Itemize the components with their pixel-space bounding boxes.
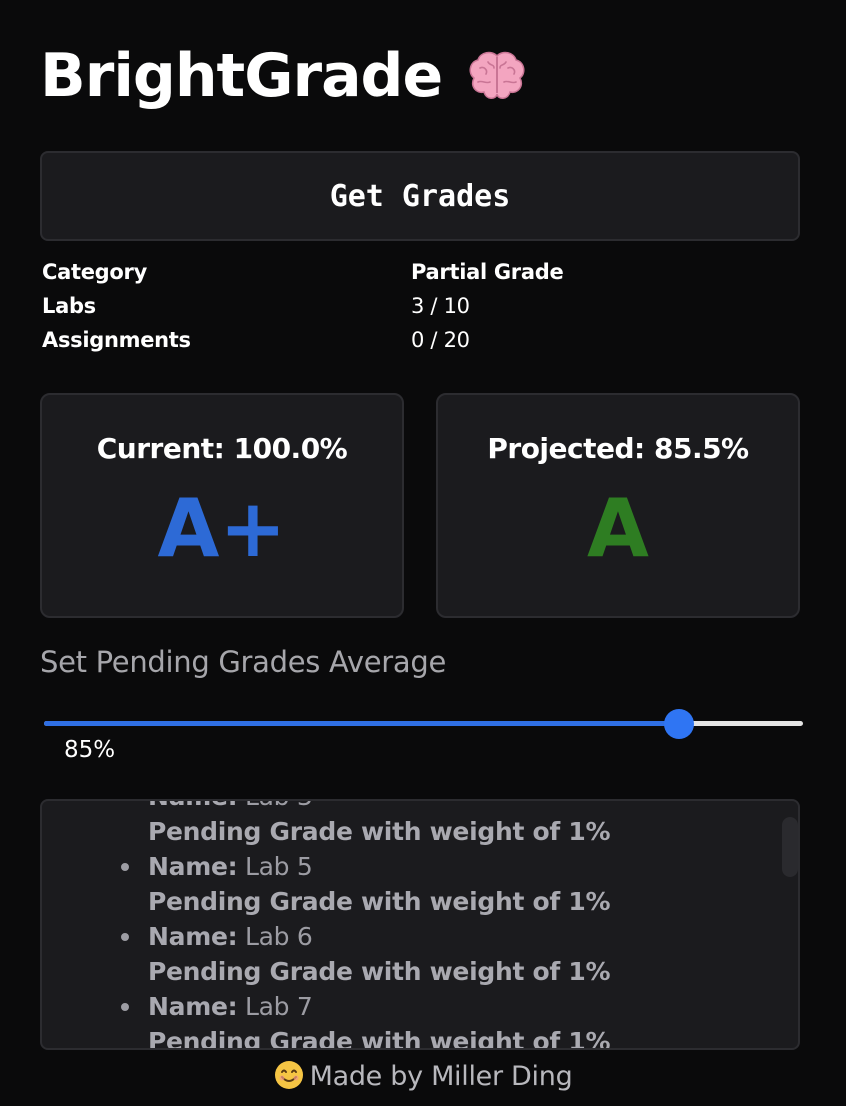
grade-table: Category Partial Grade Labs 3 / 10 Assig… <box>42 255 802 357</box>
name-label: Name: <box>148 852 238 881</box>
bullet-icon <box>121 1003 129 1011</box>
list-item: Name: Lab 3 Pending Grade with weight of… <box>148 801 782 849</box>
category-cell: Labs <box>42 294 96 318</box>
projected-grade-card: Projected: 85.5% A <box>436 393 800 618</box>
table-row: Labs 3 / 10 <box>42 289 802 323</box>
pending-average-slider[interactable] <box>44 708 803 739</box>
category-cell: Assignments <box>42 328 191 352</box>
smile-icon <box>274 1061 303 1089</box>
current-grade-card: Current: 100.0% A+ <box>40 393 404 618</box>
projected-letter-grade: A <box>587 482 649 575</box>
current-grade-label: Current: 100.0% <box>96 432 348 465</box>
get-grades-button[interactable]: Get Grades <box>40 151 800 241</box>
item-name: Lab 5 <box>244 852 313 881</box>
category-header: Category <box>42 260 147 284</box>
bullet-icon <box>121 933 129 941</box>
item-note: Pending Grade with weight of 1% <box>148 1027 611 1050</box>
table-row: Assignments 0 / 20 <box>42 323 802 357</box>
bullet-icon <box>121 863 129 871</box>
name-label: Name: <box>148 992 238 1021</box>
list-scrollbar[interactable] <box>782 817 798 877</box>
list-item: Name: Lab 7 Pending Grade with weight of… <box>121 989 782 1050</box>
slider-caption: Set Pending Grades Average <box>40 645 447 679</box>
header: BrightGrade <box>40 38 530 114</box>
brain-icon <box>469 51 525 99</box>
bullet-icon <box>121 799 129 801</box>
item-note: Pending Grade with weight of 1% <box>148 887 611 916</box>
slider-thumb[interactable] <box>663 709 694 739</box>
projected-grade-label: Projected: 85.5% <box>487 432 749 465</box>
list-item: Name: Lab 5 Pending Grade with weight of… <box>121 849 782 919</box>
footer-text: Made by Miller Ding <box>309 1061 573 1092</box>
list-item: Name: Lab 6 Pending Grade with weight of… <box>121 919 782 989</box>
page: BrightGrade Get Grades Category Partial … <box>0 0 846 1106</box>
slider-value: 85% <box>64 737 116 763</box>
item-note: Pending Grade with weight of 1% <box>148 817 611 846</box>
name-label: Name: <box>148 801 238 811</box>
current-letter-grade: A+ <box>157 482 287 575</box>
footer: Made by Miller Ding <box>0 1060 846 1092</box>
partial-grade-header: Partial Grade <box>411 260 564 284</box>
pending-grades-list[interactable]: Name: Lab 3 Pending Grade with weight of… <box>40 799 800 1050</box>
slider-fill <box>44 721 679 726</box>
app-title: BrightGrade <box>40 41 443 111</box>
grade-table-header: Category Partial Grade <box>42 255 802 289</box>
item-name: Lab 7 <box>244 992 313 1021</box>
name-label: Name: <box>148 922 238 951</box>
item-name: Lab 6 <box>244 922 313 951</box>
partial-grade-cell: 3 / 10 <box>411 294 470 318</box>
item-name: Lab 3 <box>245 801 313 811</box>
partial-grade-cell: 0 / 20 <box>411 328 470 352</box>
item-note: Pending Grade with weight of 1% <box>148 957 611 986</box>
